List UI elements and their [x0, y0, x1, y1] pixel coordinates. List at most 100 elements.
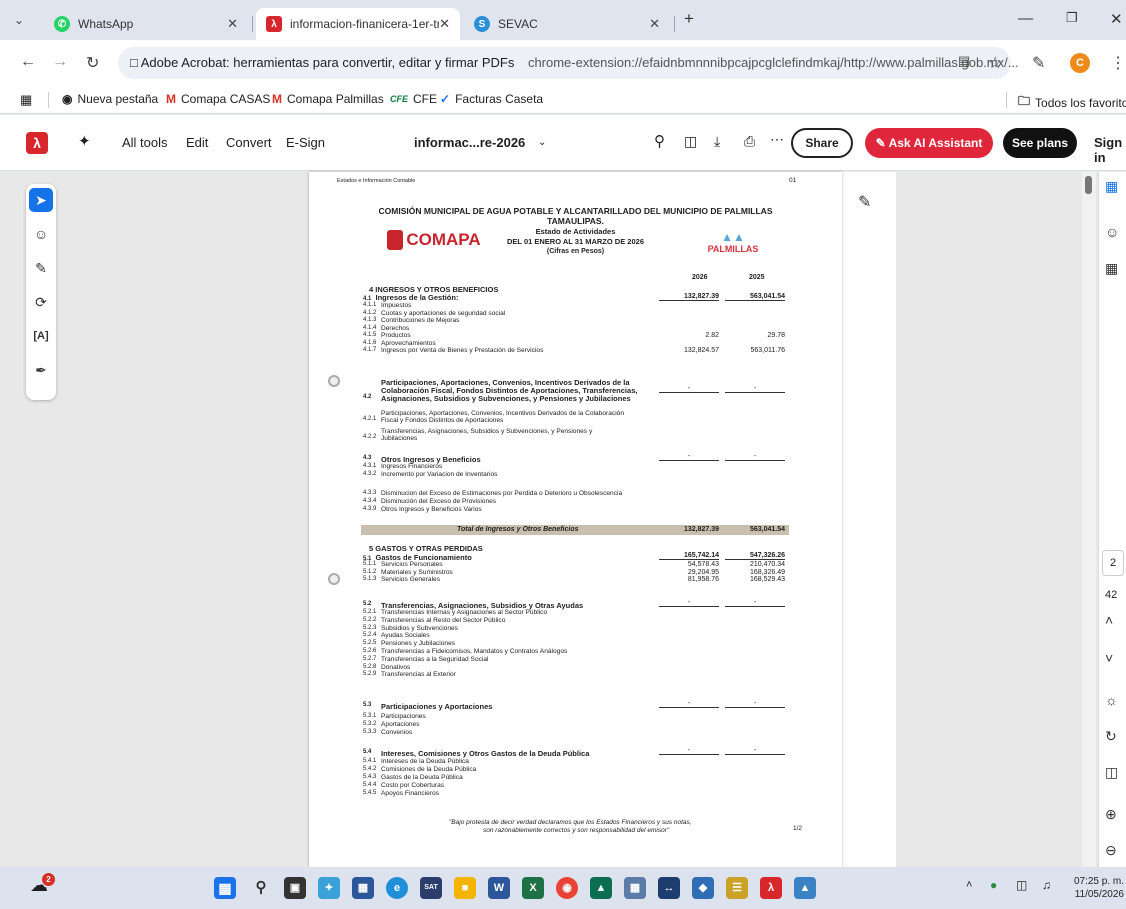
sign-in-link[interactable]: Sign in: [1094, 135, 1126, 165]
rotate-view-icon[interactable]: ☼: [1105, 692, 1118, 708]
profile-avatar[interactable]: C: [1070, 53, 1090, 73]
omnibox-text: □ Adobe Acrobat: herramientas para conve…: [130, 55, 1019, 70]
tab-pdf-document[interactable]: λ informacion-finanicera-1er-trim ✕: [256, 8, 460, 40]
text-box-icon[interactable]: [A]: [29, 324, 53, 348]
minimize-icon[interactable]: —: [1018, 10, 1033, 27]
bookmark-comapa-casas[interactable]: M Comapa CASAS: [166, 92, 270, 106]
word-icon[interactable]: W: [488, 877, 510, 899]
sign-pen-icon[interactable]: ✒: [29, 358, 53, 382]
app-icon[interactable]: ◆: [692, 877, 714, 899]
document-info-icon[interactable]: ◫: [1105, 764, 1118, 781]
file-explorer-icon[interactable]: ■: [454, 877, 476, 899]
chrome-icon[interactable]: ◉: [556, 877, 578, 899]
close-icon[interactable]: ✕: [227, 16, 238, 32]
close-icon[interactable]: ✕: [439, 16, 450, 32]
remote-desktop-icon[interactable]: ↔: [658, 877, 680, 899]
excel-icon[interactable]: X: [522, 877, 544, 899]
calculator-icon[interactable]: ▦: [624, 877, 646, 899]
comment-icon[interactable]: ☺: [29, 222, 53, 246]
bookmark-cfe[interactable]: CFE CFE: [390, 92, 437, 106]
row-label: Servicios Personales: [381, 561, 443, 568]
select-cursor-icon[interactable]: ➤: [29, 188, 53, 212]
row-code: 4.1.6: [363, 339, 377, 346]
row-code: 4.3.9: [363, 506, 377, 512]
sat-icon[interactable]: SAT: [420, 877, 442, 899]
thumbnails-icon[interactable]: ▦: [1105, 260, 1118, 277]
chevron-down-icon[interactable]: ⌄: [538, 137, 546, 148]
new-tab-button[interactable]: +: [684, 9, 694, 29]
page-view-icon[interactable]: ◫: [684, 133, 697, 150]
notification-badge: 2: [42, 873, 55, 886]
bookmark-facturas-caseta[interactable]: ✓ Facturas Caseta: [440, 92, 543, 106]
tray-chevron-up-icon[interactable]: ˄: [966, 879, 972, 891]
more-options-icon[interactable]: ⋯: [770, 131, 784, 148]
bookmark-comapa-palmillas[interactable]: M Comapa Palmillas: [272, 92, 384, 106]
scrollbar-thumb[interactable]: [1085, 176, 1092, 194]
store-icon[interactable]: ▦: [352, 877, 374, 899]
system-clock[interactable]: 07:25 p. m. 11/05/2026: [1068, 875, 1124, 901]
menu-kebab-icon[interactable]: ⋮: [1110, 53, 1126, 73]
tab-search-chevron-icon[interactable]: ⌄: [14, 13, 24, 27]
highlight-pen-icon[interactable]: ✎: [29, 256, 53, 280]
bookmark-star-icon[interactable]: ☆: [988, 53, 1002, 73]
photos-icon[interactable]: ▲: [794, 877, 816, 899]
pencil-icon[interactable]: ✎: [858, 192, 871, 212]
teams-icon[interactable]: ✦: [318, 877, 340, 899]
start-menu-icon[interactable]: ▦: [214, 877, 236, 899]
share-button[interactable]: Share: [791, 128, 853, 158]
extensions-icon[interactable]: ✎: [1032, 53, 1045, 73]
row-label: Otros Ingresos y Beneficios Varios: [381, 506, 482, 513]
back-icon[interactable]: ←: [20, 53, 36, 71]
ai-tools-icon[interactable]: ✦: [78, 132, 91, 150]
translate-icon[interactable]: ▤: [958, 53, 970, 69]
ask-ai-assistant-button[interactable]: ✎ Ask AI Assistant: [865, 128, 993, 158]
row-code: 5.4.3: [363, 774, 377, 780]
search-icon[interactable]: ⚲: [654, 132, 665, 150]
edge-icon[interactable]: e: [386, 877, 408, 899]
tab-sevac[interactable]: S SEVAC ✕: [464, 8, 670, 40]
zoom-out-icon[interactable]: ⊖: [1105, 842, 1117, 859]
acrobat-logo-icon[interactable]: λ: [26, 132, 48, 154]
task-view-icon[interactable]: ▣: [284, 877, 306, 899]
notepad-icon[interactable]: ☰: [726, 877, 748, 899]
binder-hole: [328, 375, 340, 387]
zoom-in-icon[interactable]: ⊕: [1105, 806, 1117, 823]
print-icon[interactable]: ⎙: [744, 133, 755, 150]
window-close-icon[interactable]: ✕: [1110, 10, 1123, 28]
menu-all-tools[interactable]: All tools: [122, 135, 168, 150]
all-bookmarks-folder[interactable]: 🗀 Todos los favoritos: [1018, 92, 1126, 113]
tab-whatsapp[interactable]: ✆ WhatsApp ✕: [44, 8, 248, 40]
menu-convert[interactable]: Convert: [226, 135, 272, 150]
tray-app-icon[interactable]: ●: [990, 878, 997, 892]
page-number-field[interactable]: 2: [1102, 550, 1124, 576]
document-title[interactable]: informac...re-2026: [414, 135, 525, 150]
chevron-down-icon[interactable]: ˅: [1105, 650, 1113, 666]
lasso-draw-icon[interactable]: ⟳: [29, 290, 53, 314]
comments-panel-icon[interactable]: ☺: [1105, 224, 1119, 240]
network-icon[interactable]: ◫: [1016, 878, 1027, 892]
see-plans-button[interactable]: See plans: [1003, 128, 1077, 158]
total-income-2025: 563,041.54: [749, 526, 785, 533]
restore-icon[interactable]: ❐: [1066, 10, 1078, 26]
ai-summary-icon[interactable]: ▦: [1105, 178, 1118, 195]
apps-grid-icon[interactable]: ▦: [20, 92, 32, 108]
reload-icon[interactable]: ↻: [86, 53, 99, 73]
refresh-icon[interactable]: ↻: [1105, 728, 1117, 745]
row-code: 5.4.5: [363, 790, 377, 796]
row-label: Ingresos Financieros: [381, 463, 443, 470]
address-bar[interactable]: □ Adobe Acrobat: herramientas para conve…: [118, 47, 1019, 79]
search-icon[interactable]: ⚲: [250, 877, 272, 899]
chevron-up-icon[interactable]: ˄: [1105, 612, 1113, 628]
bookmark-nueva-pestana[interactable]: ◉ Nueva pestaña: [62, 92, 158, 106]
close-icon[interactable]: ✕: [649, 16, 660, 32]
comapa-logo-icon: [387, 230, 403, 250]
sat-app-icon[interactable]: ▲: [590, 877, 612, 899]
acrobat-taskbar-icon[interactable]: λ: [760, 877, 782, 899]
row-code: 4.2.1: [363, 416, 377, 422]
menu-e-sign[interactable]: E-Sign: [286, 135, 325, 150]
vertical-scrollbar[interactable]: [1082, 172, 1096, 867]
volume-icon[interactable]: ♫: [1042, 878, 1051, 892]
forward-icon[interactable]: →: [52, 53, 68, 71]
menu-edit[interactable]: Edit: [186, 135, 208, 150]
download-icon[interactable]: ⤓: [714, 133, 720, 150]
